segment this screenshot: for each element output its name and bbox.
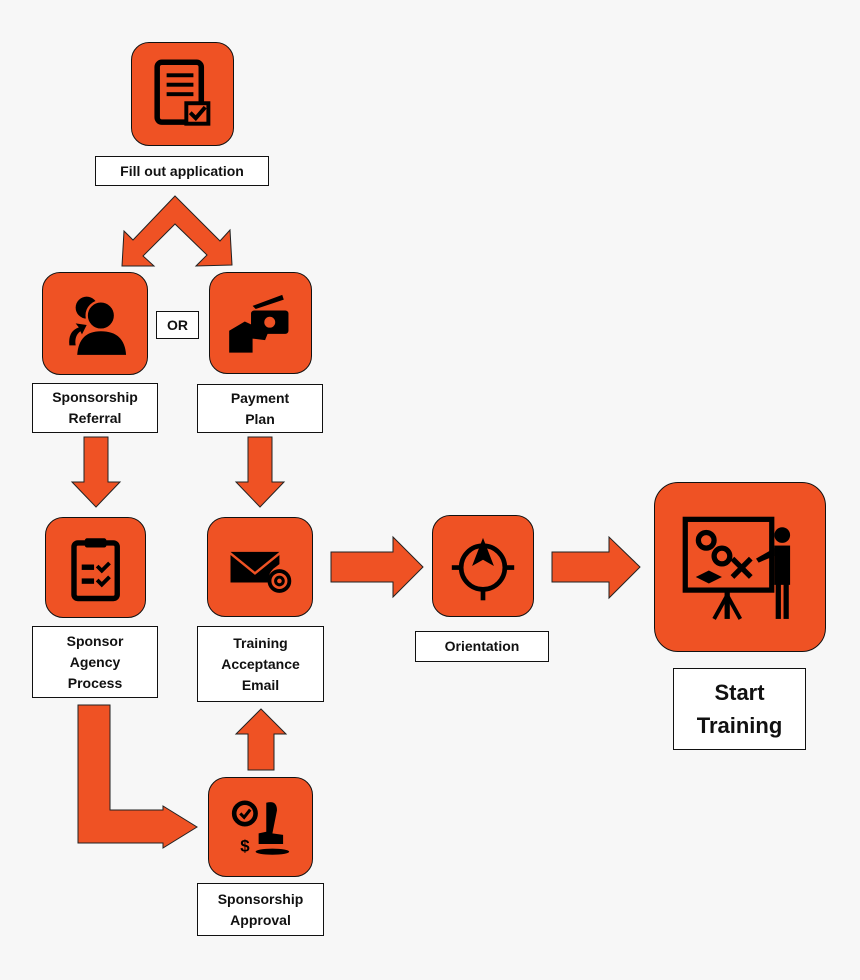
arrow-down-payment (234, 436, 286, 508)
payment-plan-label: Payment Plan (197, 384, 323, 433)
stamp-approval-icon: $ (208, 777, 313, 877)
sponsor-agency-process-label: Sponsor Agency Process (32, 626, 158, 698)
trainer-presentation-icon (654, 482, 826, 652)
clipboard-checklist-icon (45, 517, 146, 618)
or-label: OR (156, 311, 199, 339)
sponsorship-referral-label: Sponsorship Referral (32, 383, 158, 433)
referral-people-icon (42, 272, 148, 375)
orientation-label: Orientation (415, 631, 549, 662)
start-training-label: Start Training (673, 668, 806, 750)
email-at-icon (207, 517, 313, 617)
svg-text:$: $ (241, 836, 251, 855)
compass-target-icon (432, 515, 534, 617)
payment-hand-icon (209, 272, 312, 374)
application-form-icon (131, 42, 234, 146)
arrow-down-referral (70, 436, 122, 508)
arrow-up-to-email (234, 708, 288, 771)
split-arrow (121, 195, 233, 267)
training-acceptance-email-label: Training Acceptance Email (197, 626, 324, 702)
arrow-right-to-training (551, 535, 641, 600)
sponsorship-approval-label: Sponsorship Approval (197, 883, 324, 936)
arrow-right-to-orientation (330, 535, 424, 599)
flow-diagram: Fill out application OR Sponsorship Refe… (0, 0, 860, 980)
arrow-l-to-approval (77, 704, 198, 849)
fill-application-label: Fill out application (95, 156, 269, 186)
